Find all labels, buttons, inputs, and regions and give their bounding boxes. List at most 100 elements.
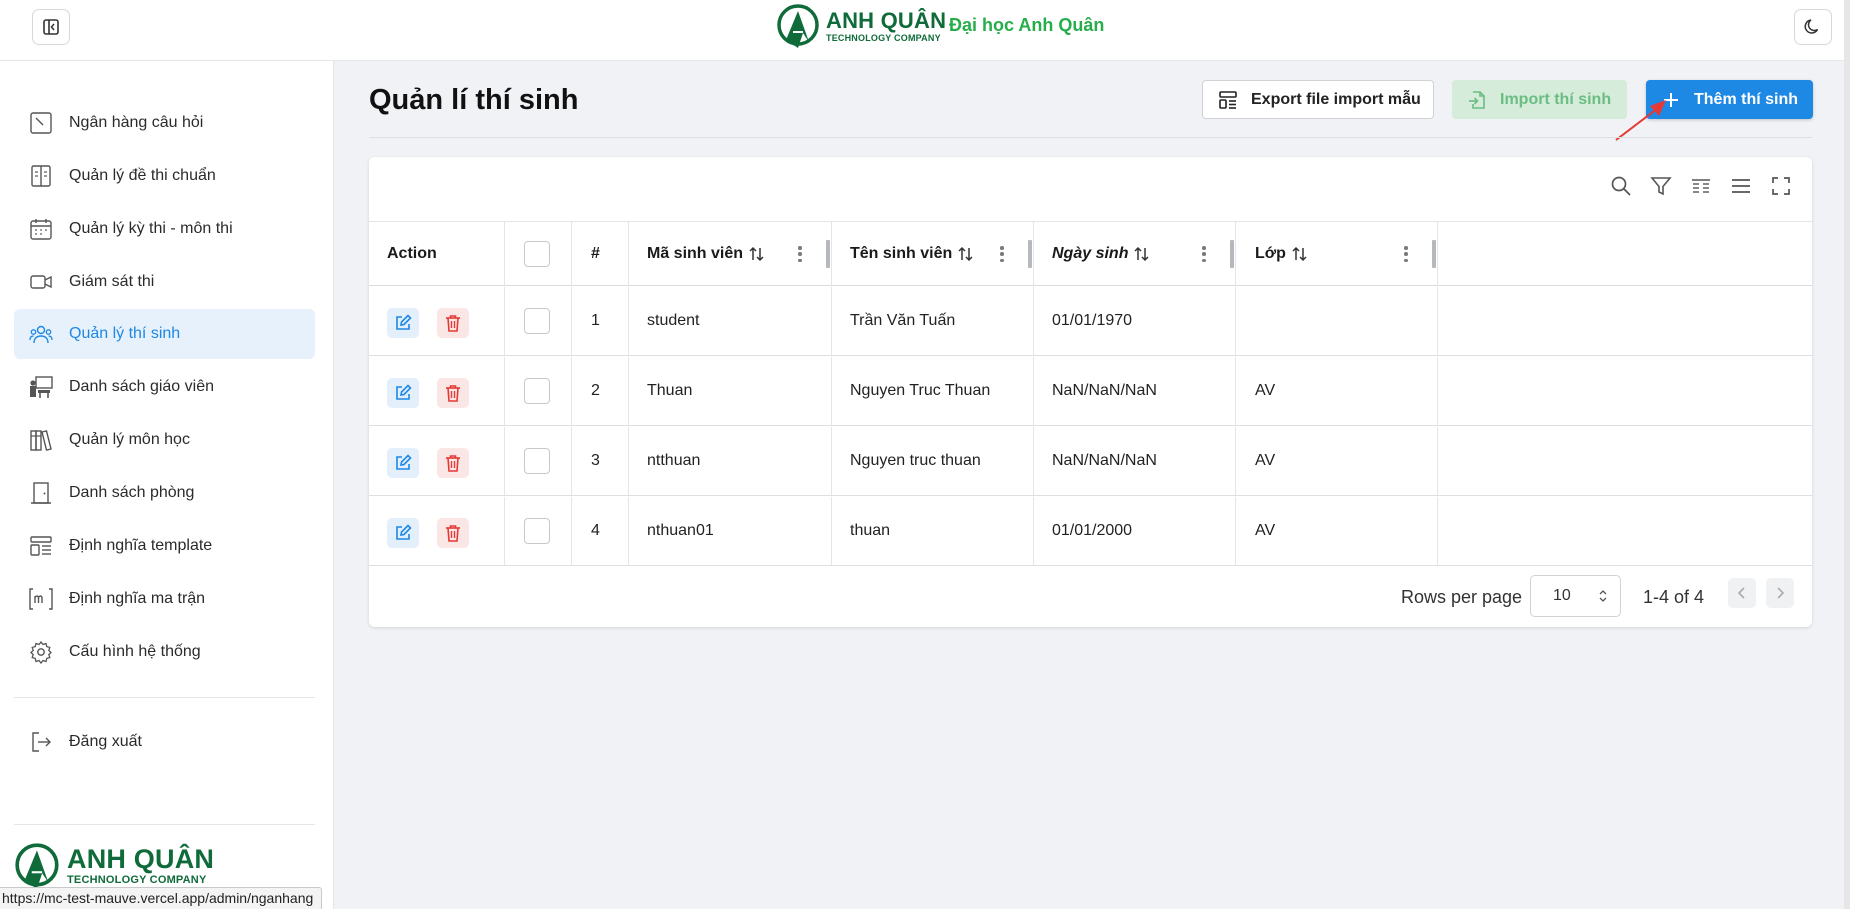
import-candidates-button[interactable]: Import thí sinh [1452, 80, 1627, 119]
cell-index: 4 [591, 522, 600, 539]
rows-per-page-select[interactable]: 10 [1530, 575, 1621, 617]
matrix-icon [28, 586, 54, 612]
sidebar-toggle-button[interactable] [32, 9, 70, 45]
rows-per-page-label: Rows per page [1401, 587, 1523, 607]
sidebar-item-label: Quản lý thí sinh [69, 325, 181, 342]
sidebar-item-label: Định nghĩa ma trận [69, 590, 206, 607]
delete-button[interactable] [437, 378, 469, 408]
delete-button[interactable] [437, 308, 469, 338]
gear-icon [28, 639, 54, 665]
row-checkbox[interactable] [524, 518, 550, 544]
sidebar-item-proctoring[interactable]: Giám sát thi [14, 257, 315, 307]
columns-button[interactable] [1688, 173, 1714, 199]
table-row: 4 nthuan01 thuan 01/01/2000 AV [369, 497, 1812, 566]
select-all-checkbox[interactable] [524, 240, 550, 267]
column-header-dob[interactable]: Ngày sinh [1052, 222, 1151, 285]
filter-button[interactable] [1648, 173, 1674, 199]
theme-toggle-button[interactable] [1794, 9, 1832, 45]
sidebar-logo-name: ANH QUÂN [67, 844, 215, 874]
cell-index: 3 [591, 452, 600, 469]
column-resize-handle[interactable] [826, 240, 830, 268]
column-menu-dob[interactable] [1196, 244, 1212, 264]
rows-per-page-value: 10 [1553, 587, 1571, 604]
search-button[interactable] [1608, 173, 1634, 199]
sidebar-item-label: Danh sách phòng [69, 484, 195, 501]
sidebar-item-matrix[interactable]: Định nghĩa ma trận [14, 574, 315, 624]
university-name: Đại học Anh Quân [949, 15, 1105, 35]
cell-dob: 01/01/2000 [1052, 522, 1133, 539]
column-resize-handle[interactable] [1230, 240, 1234, 268]
row-checkbox[interactable] [524, 308, 550, 334]
sidebar-item-teachers[interactable]: Danh sách giáo viên [14, 362, 315, 412]
sort-icon[interactable] [1133, 246, 1151, 262]
trash-icon [446, 525, 460, 542]
column-menu-student-name[interactable] [994, 244, 1010, 264]
sort-icon[interactable] [957, 246, 975, 262]
question-bank-icon [28, 110, 54, 136]
sidebar-item-exam-sessions[interactable]: Quản lý kỳ thi - môn thi [14, 204, 315, 254]
sort-icon[interactable] [1291, 246, 1309, 262]
edit-button[interactable] [387, 378, 419, 408]
fullscreen-button[interactable] [1768, 173, 1794, 199]
edit-icon [396, 524, 412, 540]
column-resize-handle[interactable] [1432, 240, 1436, 268]
pagination-range: 1-4 of 4 [1643, 587, 1705, 607]
column-header-student-name[interactable]: Tên sinh viên [850, 222, 975, 285]
sidebar-item-subjects[interactable]: Quản lý môn học [14, 415, 315, 465]
logout-icon [28, 729, 54, 755]
top-header: ANH QUÂN TECHNOLOGY COMPANY Đại học Anh … [0, 0, 1850, 61]
book-open-icon [28, 163, 54, 189]
edit-button[interactable] [387, 308, 419, 338]
column-header-class[interactable]: Lớp [1255, 222, 1309, 285]
search-icon [1611, 176, 1631, 196]
column-header-label: Ngày sinh [1052, 244, 1129, 262]
delete-button[interactable] [437, 448, 469, 478]
row-checkbox[interactable] [524, 448, 550, 474]
sidebar-item-rooms[interactable]: Danh sách phòng [14, 468, 315, 518]
cell-index: 1 [591, 312, 600, 329]
sort-icon[interactable] [748, 246, 766, 262]
sidebar-item-label: Quản lý môn học [69, 431, 190, 448]
import-candidates-label: Import thí sinh [1500, 90, 1612, 108]
sidebar-item-standard-exams[interactable]: Quản lý đề thi chuẩn [14, 151, 315, 201]
sidebar-item-label: Ngân hàng câu hỏi [69, 114, 204, 131]
column-menu-class[interactable] [1398, 244, 1414, 264]
cell-student-id: student [647, 312, 700, 329]
cell-student-name: Trần Văn Tuấn [850, 312, 956, 329]
edit-icon [396, 454, 412, 470]
column-menu-student-id[interactable] [792, 244, 808, 264]
sidebar-item-templates[interactable]: Định nghĩa template [14, 521, 315, 571]
sidebar-item-candidates[interactable]: Quản lý thí sinh [14, 309, 315, 359]
export-template-label: Export file import mẫu [1251, 90, 1421, 108]
window-scrollbar[interactable] [1844, 0, 1850, 909]
next-page-button[interactable] [1766, 578, 1794, 608]
chevron-right-icon [1777, 587, 1785, 599]
title-divider [369, 137, 1812, 138]
logout-label: Đăng xuất [69, 733, 142, 750]
edit-button[interactable] [387, 518, 419, 548]
column-resize-handle[interactable] [1028, 240, 1032, 268]
column-header-student-id[interactable]: Mã sinh viên [647, 222, 766, 285]
prev-page-button[interactable] [1728, 578, 1756, 608]
cell-student-id: ntthuan [647, 452, 701, 469]
books-icon [28, 427, 54, 453]
column-header-label: Mã sinh viên [647, 244, 744, 262]
edit-icon [396, 384, 412, 400]
delete-button[interactable] [437, 518, 469, 548]
add-candidate-label: Thêm thí sinh [1694, 90, 1798, 108]
cell-class: AV [1255, 382, 1276, 399]
export-template-button[interactable]: Export file import mẫu [1202, 80, 1434, 119]
edit-button[interactable] [387, 448, 419, 478]
row-checkbox[interactable] [524, 378, 550, 404]
brand-logo[interactable]: ANH QUÂN TECHNOLOGY COMPANY [776, 2, 946, 50]
logout-button[interactable]: Đăng xuất [14, 717, 315, 767]
column-header-index: # [591, 244, 600, 262]
fullscreen-icon [1772, 177, 1790, 195]
cell-class: AV [1255, 522, 1276, 539]
density-button[interactable] [1728, 173, 1754, 199]
sidebar-item-question-bank[interactable]: Ngân hàng câu hỏi [14, 98, 315, 148]
door-icon [28, 480, 54, 506]
sidebar-item-label: Danh sách giáo viên [69, 378, 214, 395]
sidebar-item-settings[interactable]: Cấu hình hệ thống [14, 627, 315, 677]
table-header-row: Action # Mã sinh viên Tên sinh viên Ngày… [369, 221, 1812, 286]
